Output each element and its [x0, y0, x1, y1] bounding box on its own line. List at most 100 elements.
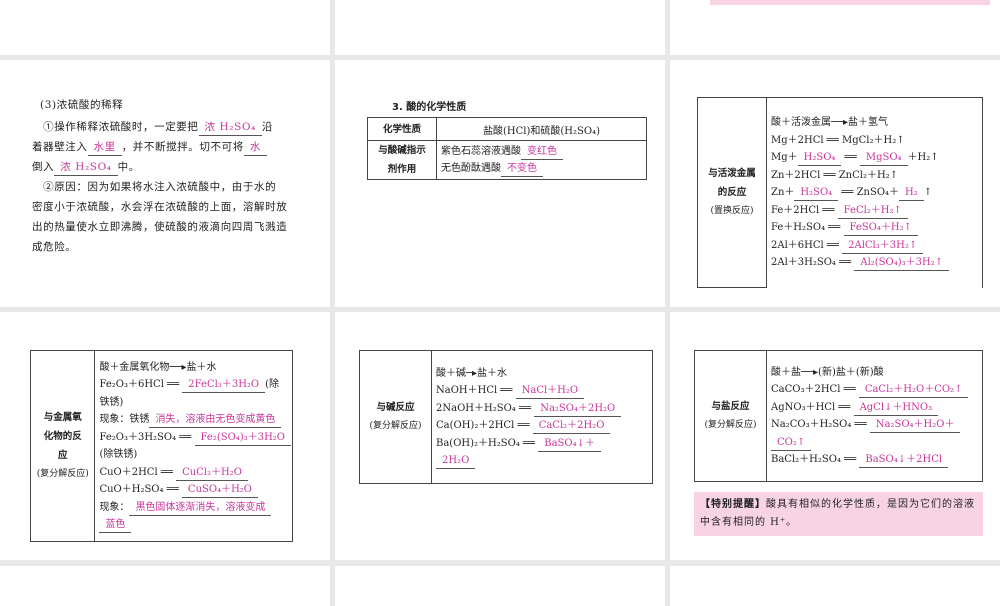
tip-box: 【特别提醒】酸具有相似的化学性质，是因为它们的溶液中含有相同的 H⁺。	[694, 492, 983, 536]
slide-thumbnail[interactable]	[0, 0, 330, 55]
slide-thumbnail[interactable]	[0, 566, 330, 606]
line-text: BaCl₂＋H₂SO₄ ══	[771, 454, 860, 465]
text-line: 无色酚酞遇酸 不变色	[438, 160, 645, 178]
line-text: ══	[841, 152, 860, 163]
answer-blank: CaCl₂＋2H₂O	[532, 418, 611, 434]
line-text: ，并不断搅拌。切不可将	[121, 141, 244, 153]
slide-base-reactions[interactable]: 与碱反应 (复分解反应) 酸＋碱─▸盐＋水 NaOH＋HCl ══ NaCl＋H₂O…	[335, 312, 665, 560]
text-line: 现象： 黑色固体逐渐消失，溶液变成	[96, 499, 291, 517]
answer-blank: BaSO₄↓＋	[538, 436, 601, 452]
text-line: 2NaOH＋H₂SO₄ ══ Na₂SO₄＋2H₂O	[433, 400, 651, 418]
line-text: CaCO₃＋2HCl ══	[771, 384, 859, 395]
answer-blank: 消失，溶液由无色变成黄色	[149, 412, 282, 428]
line-text: 成危险。	[32, 241, 77, 253]
text-line: Mg＋ H₂SO₄ ══ MgSO₄ ＋H₂↑	[768, 149, 981, 167]
answer-blank: 黑色固体逐渐消失，溶液变成	[129, 500, 272, 516]
text-line: ①操作稀释浓硫酸时，一定要把浓 H₂SO₄ 沿	[32, 117, 322, 137]
line-text: 酸＋盐──▸(新)盐＋(新)酸	[771, 366, 884, 378]
metal-label: 与活泼金属的反应	[708, 168, 756, 198]
tip-box	[710, 0, 990, 5]
line-text: 沿	[261, 121, 274, 133]
section-heading: 3. 酸的化学性质	[392, 102, 467, 113]
text-line: 酸＋活泼金属──▸盐＋氢气	[768, 114, 981, 132]
line-text: CuO＋2HCl ══	[99, 466, 177, 478]
line-text: 酸＋碱─▸盐＋水	[436, 367, 508, 379]
line-text: ↑	[923, 187, 933, 198]
line-text: ＋H₂↑	[907, 152, 939, 163]
text-line: 密度小于浓硫酸，水会浮在浓硫酸的上面，溶解时放	[32, 197, 322, 217]
text-line: 着器壁注入 水里 ，并不断搅拌。切不可将水	[32, 137, 322, 157]
properties-table: 化学性质 盐酸(HCl)和硫酸(H₂SO₄) 与酸碱指示剂作用 紫色石蕊溶液遇酸…	[367, 117, 647, 180]
line-text: Ba(OH)₂＋H₂SO₄ ══	[436, 437, 539, 449]
slide-thumbnail[interactable]	[670, 0, 1000, 55]
text-line: 蓝色	[96, 516, 291, 534]
text-line: 2Al＋3H₂SO₄ ══ Al₂(SO₄)₃＋3H₂↑	[768, 254, 981, 272]
line-text: 出的热量使水立即沸腾，使硫酸的液滴向四周飞溅造	[32, 221, 288, 233]
base-cell: 酸＋碱─▸盐＋水 NaOH＋HCl ══ NaCl＋H₂O 2NaOH＋H₂SO₄ …	[431, 350, 653, 484]
line-text: 中。	[117, 161, 140, 173]
slide-salt-reactions[interactable]: 与盐反应 (复分解反应) 酸＋盐──▸(新)盐＋(新)酸 CaCO₃＋2HCl ══…	[670, 312, 1000, 560]
answer-blank: CO₂↑	[771, 435, 812, 451]
answer-blank: CaCl₂＋H₂O＋CO₂↑	[858, 382, 969, 398]
answer-blank: H₂SO₄	[797, 150, 842, 166]
answer-blank: 不变色	[501, 161, 543, 177]
text-line: 2H₂O	[433, 452, 651, 470]
answer-blank: CuCl₂＋H₂O	[176, 465, 248, 481]
base-label: 与碱反应	[376, 402, 415, 413]
answer-blank: Fe₂(SO₄)₃＋3H₂O	[194, 430, 291, 446]
answer-blank: 2FeCl₃＋3H₂O	[182, 377, 266, 393]
text-line: CO₂↑	[768, 434, 981, 452]
text-line: Fe₂O₃＋6HCl ══ 2FeCl₃＋3H₂O (除	[96, 376, 291, 394]
answer-blank: 浓 H₂SO₄	[198, 120, 262, 136]
line-text: CuO＋H₂SO₄ ══	[99, 484, 182, 495]
text-line: CuO＋H₂SO₄ ══ CuSO₄＋H₂O	[96, 481, 291, 499]
line-text: Na₂CO₃＋H₂SO₄ ══	[771, 419, 870, 430]
line-text: Ca(OH)₂＋2HCl ══	[436, 420, 533, 431]
line-text: 酸＋金属氧化物──▸盐＋水	[99, 361, 217, 373]
line-text: 倒入	[32, 161, 55, 173]
line-text: Mg＋2HCl ══ MgCl₂＋H₂↑	[771, 134, 905, 146]
text-line: Zn＋ H₂SO₄ ══ ZnSO₄＋ H₂ ↑	[768, 184, 981, 202]
text-line: ②原因：因为如果将水注入浓硫酸中，由于水的	[32, 177, 322, 197]
text-line: Na₂CO₃＋H₂SO₄ ══ Na₂SO₄＋H₂O＋	[768, 416, 981, 434]
slide-thumbnail[interactable]	[335, 0, 665, 55]
text-line: 紫色石蕊溶液遇酸 变红色	[438, 143, 645, 161]
answer-blank: H₂	[899, 185, 924, 201]
line-text: 紫色石蕊溶液遇酸	[441, 145, 521, 157]
slide-thumbnail[interactable]	[335, 566, 665, 606]
line-text: Zn＋2HCl ══ ZnCl₂＋H₂↑	[771, 169, 899, 181]
text-line: CuO＋2HCl ══ CuCl₂＋H₂O	[96, 464, 291, 482]
slide-dilution[interactable]: (3)浓硫酸的稀释 ①操作稀释浓硫酸时，一定要把浓 H₂SO₄ 沿着器壁注入 水里，…	[0, 60, 330, 307]
answer-blank: H₂SO₄	[794, 185, 839, 201]
line-text: 2Al＋6HCl ══	[771, 239, 843, 251]
line-text: Fe₂O₃＋6HCl ══	[99, 379, 183, 390]
text-line: 现象：铁锈 消失，溶液由无色变成黄色	[96, 411, 291, 429]
dilution-title: (3)浓硫酸的稀释	[40, 99, 124, 111]
line-text: 铁锈)	[99, 396, 124, 408]
text-line: Fe＋H₂SO₄ ══ FeSO₄＋H₂↑	[768, 219, 981, 237]
line-text: 2Al＋3H₂SO₄ ══	[771, 257, 855, 268]
text-line: CaCO₃＋2HCl ══ CaCl₂＋H₂O＋CO₂↑	[768, 381, 981, 399]
answer-blank: MgSO₄	[859, 150, 908, 166]
answer-blank: Na₂SO₄＋H₂O＋	[869, 417, 961, 433]
text-line: Fe₂O₃＋3H₂SO₄ ══ Fe₂(SO₄)₃＋3H₂O	[96, 429, 291, 447]
slide-acid-properties[interactable]: 3. 酸的化学性质 化学性质 盐酸(HCl)和硫酸(H₂SO₄) 与酸碱指示剂作…	[335, 60, 665, 307]
slide-oxide-reactions[interactable]: 与金属氧化物的反应 (复分解反应) 酸＋金属氧化物──▸盐＋水 Fe₂O₃＋6HCl…	[0, 312, 330, 560]
oxide-cell: 酸＋金属氧化物──▸盐＋水 Fe₂O₃＋6HCl ══ 2FeCl₃＋3H₂O (除…	[94, 350, 293, 542]
salt-label: 与盐反应	[711, 401, 750, 412]
slide-metal-reactions[interactable]: 与活泼金属的反应 (置换反应) 酸＋活泼金属──▸盐＋氢气 Mg＋2HCl ══ M…	[670, 60, 1000, 307]
line-text: 现象：	[99, 501, 130, 513]
text-line: 出的热量使水立即沸腾，使硫酸的液滴向四周飞溅造	[32, 217, 322, 237]
answer-blank: Al₂(SO₄)₃＋3H₂↑	[854, 255, 950, 271]
slide-thumbnail[interactable]	[670, 566, 1000, 606]
line-text: 密度小于浓硫酸，水会浮在浓硫酸的上面，溶解时放	[32, 201, 288, 213]
text-line: 2Al＋6HCl ══ 2AlCl₃＋3H₂↑	[768, 237, 981, 255]
metal-sub: (置换反应)	[710, 206, 754, 216]
answer-blank: NaCl＋H₂O	[515, 383, 585, 399]
text-line: 酸＋碱─▸盐＋水	[433, 365, 651, 383]
answer-blank: 水	[243, 140, 267, 156]
salt-cell: 酸＋盐──▸(新)盐＋(新)酸 CaCO₃＋2HCl ══ CaCl₂＋H₂O＋C…	[766, 350, 983, 482]
text-line: Ba(OH)₂＋H₂SO₄ ══ BaSO₄↓＋	[433, 435, 651, 453]
oxide-sub: (复分解反应)	[36, 469, 89, 479]
text-line: BaCl₂＋H₂SO₄ ══ BaSO₄↓＋2HCl	[768, 451, 981, 469]
